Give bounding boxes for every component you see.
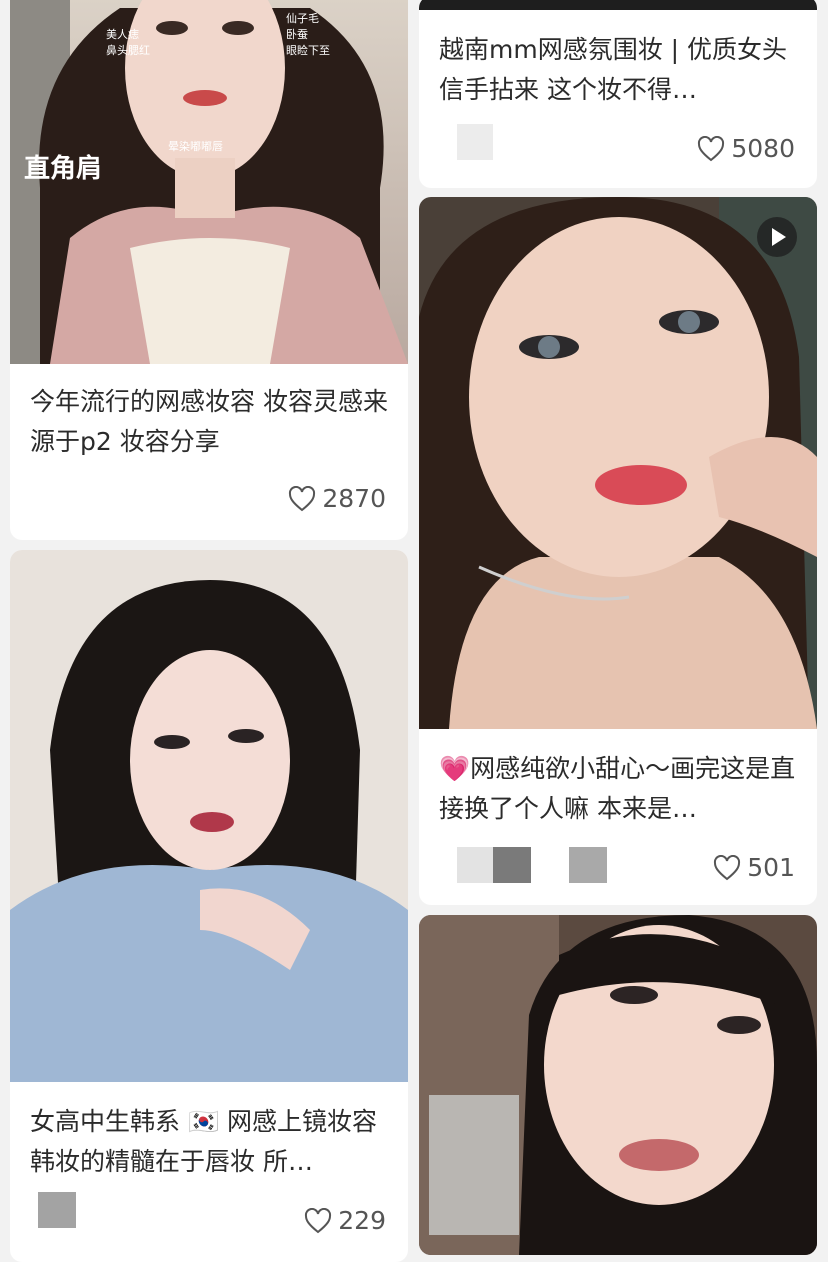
overlay-note: 卧蚕 — [286, 28, 308, 41]
overlay-note: 仙子毛 — [286, 12, 319, 25]
play-icon[interactable] — [757, 217, 797, 257]
feed-card-4[interactable]: 女高中生韩系 🇰🇷 网感上镜妆容 韩妆的精髓在于唇妆 所… 229 — [10, 550, 408, 1262]
like-count: 5080 — [731, 134, 795, 163]
card-title[interactable]: 越南mm网感氛围妆 | 优质女头信手拈来 这个妆不得… — [439, 30, 797, 110]
avatar[interactable] — [457, 124, 493, 160]
heart-icon — [714, 854, 741, 880]
author-badge — [457, 847, 493, 883]
overlay-note: 晕染嘟嘟唇 — [168, 140, 223, 153]
like-count: 2870 — [322, 484, 386, 513]
card-3-video-thumbnail[interactable] — [419, 197, 817, 729]
card-4-photo[interactable] — [10, 550, 408, 1082]
heart-icon — [305, 1207, 332, 1233]
card-5-photo[interactable] — [419, 915, 817, 1255]
card-title[interactable]: 💗网感纯欲小甜心～画完这是直接换了个人嘛 本来是… — [439, 749, 797, 829]
card-2-photo[interactable] — [419, 0, 817, 10]
card-1-photo[interactable]: 直角肩 美人痣 鼻头腮红 仙子毛 卧蚕 眼睑下至 晕染嘟嘟唇 — [10, 0, 408, 364]
like-button[interactable]: 2870 — [288, 484, 386, 513]
heart-icon — [698, 135, 725, 161]
feed-card-5[interactable] — [419, 915, 817, 1255]
feed-card-3[interactable]: 💗网感纯欲小甜心～画完这是直接换了个人嘛 本来是… 501 — [419, 197, 817, 905]
author-badge — [493, 847, 531, 883]
like-count: 501 — [747, 853, 795, 882]
like-count: 229 — [338, 1206, 386, 1235]
author-badge — [569, 847, 607, 883]
avatar[interactable] — [38, 1192, 76, 1228]
overlay-note: 美人痣 — [106, 28, 139, 41]
heart-icon — [289, 485, 316, 511]
overlay-note: 鼻头腮红 — [106, 44, 150, 57]
overlay-straight-shoulder: 直角肩 — [24, 154, 103, 184]
like-button[interactable]: 229 — [304, 1206, 386, 1235]
overlay-note: 眼睑下至 — [286, 44, 330, 57]
card-title[interactable]: 今年流行的网感妆容 妆容灵感来源于p2 妆容分享 — [30, 382, 388, 462]
feed-card-1[interactable]: 直角肩 美人痣 鼻头腮红 仙子毛 卧蚕 眼睑下至 晕染嘟嘟唇 今年流行的网感妆容… — [10, 0, 408, 540]
like-button[interactable]: 501 — [713, 853, 795, 882]
feed-card-2[interactable]: 越南mm网感氛围妆 | 优质女头信手拈来 这个妆不得… 5080 — [419, 0, 817, 188]
like-button[interactable]: 5080 — [697, 134, 795, 163]
card-title[interactable]: 女高中生韩系 🇰🇷 网感上镜妆容 韩妆的精髓在于唇妆 所… — [30, 1102, 388, 1182]
